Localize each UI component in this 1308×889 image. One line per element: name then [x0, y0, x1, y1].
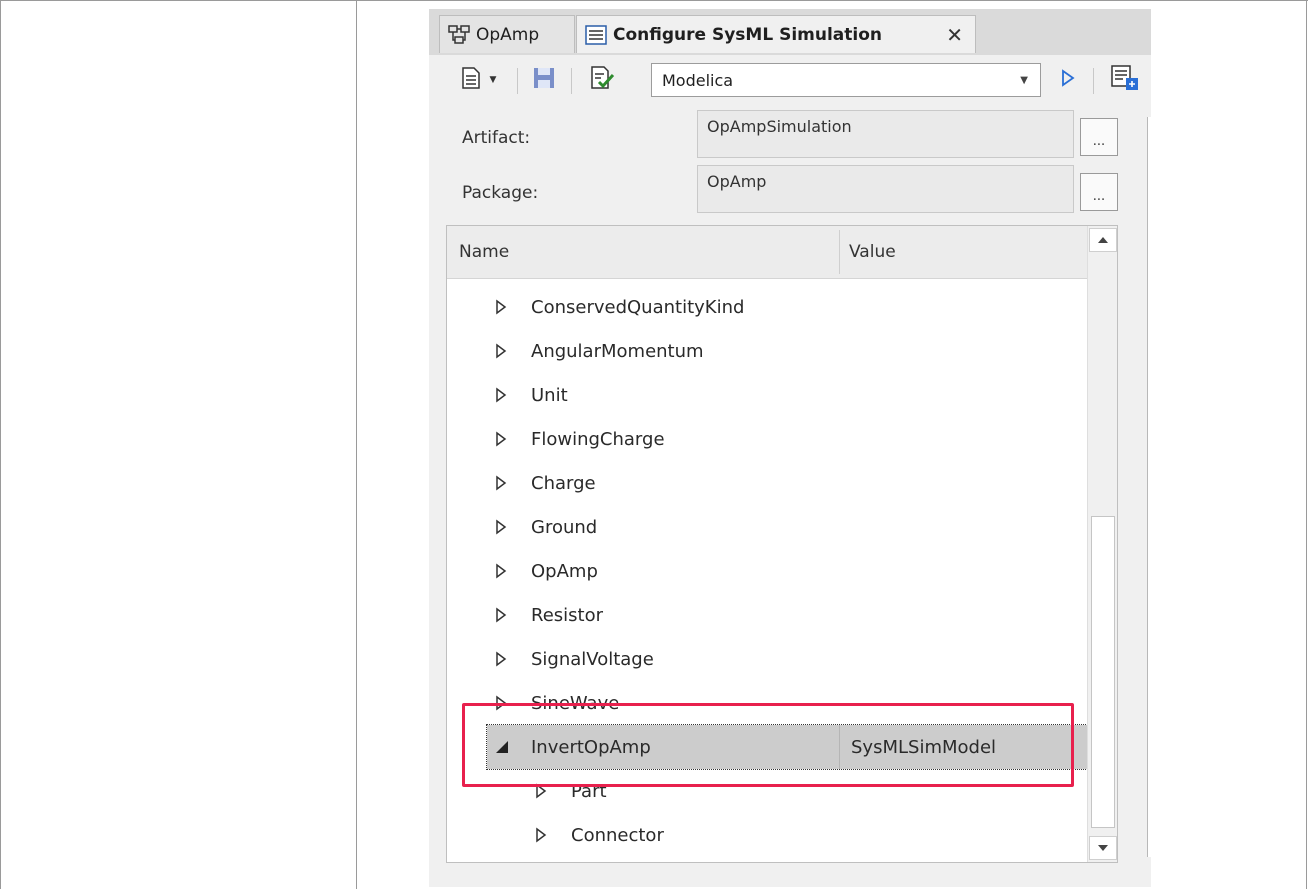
column-divider[interactable]: [839, 230, 840, 274]
save-button[interactable]: [527, 65, 561, 95]
expand-triangle-icon[interactable]: [495, 474, 511, 492]
validate-icon: [589, 65, 615, 95]
splitter[interactable]: [1147, 117, 1151, 857]
artifact-label: Artifact:: [462, 128, 531, 148]
tree-row-name: AngularMomentum: [531, 340, 704, 362]
tree-row-name: Resistor: [531, 604, 603, 626]
validate-button[interactable]: [584, 65, 620, 95]
tree-row[interactable]: FlowingCharge: [447, 417, 1087, 461]
column-header-name[interactable]: Name: [459, 242, 509, 262]
tree-row[interactable]: Unit: [447, 373, 1087, 417]
save-icon: [532, 66, 556, 94]
tree-row[interactable]: Charge: [447, 461, 1087, 505]
expand-triangle-icon[interactable]: [495, 386, 511, 404]
toolbar-separator: [571, 68, 572, 94]
toolbar-separator: [517, 68, 518, 94]
chevron-down-icon: ▼: [1020, 74, 1028, 86]
tree-row-name: FlowingCharge: [531, 428, 665, 450]
tab-bar: OpAmp Configure SysML Simulation ✕: [429, 9, 1151, 55]
scroll-up-icon: [1098, 237, 1108, 243]
tab-opamp[interactable]: OpAmp: [439, 15, 575, 53]
tree-row[interactable]: Ground: [447, 505, 1087, 549]
tree-row[interactable]: OpAmp: [447, 549, 1087, 593]
scrollbar-thumb[interactable]: [1091, 516, 1115, 828]
table-border-top: [0, 0, 1308, 1]
grid-header: Name Value: [447, 226, 1087, 279]
toolbar: ▼ Modelica ▼: [429, 55, 1151, 107]
expand-triangle-icon[interactable]: [495, 650, 511, 668]
tree-row-name: OpAmp: [531, 560, 598, 582]
chevron-down-icon: ▼: [489, 75, 497, 85]
platform-value: Modelica: [662, 70, 734, 90]
expand-triangle-icon[interactable]: [495, 562, 511, 580]
generate-icon: [1110, 64, 1140, 96]
package-browse-button[interactable]: ...: [1080, 173, 1118, 211]
expand-triangle-icon[interactable]: [495, 298, 511, 316]
expand-triangle-icon[interactable]: [495, 518, 511, 536]
tab-label: Configure SysML Simulation: [613, 24, 882, 45]
expand-triangle-icon[interactable]: [495, 342, 511, 360]
tree-row-name: Connector: [571, 824, 664, 846]
tree-row-name: Unit: [531, 384, 568, 406]
tree-row[interactable]: AngularMomentum: [447, 329, 1087, 373]
scroll-down-icon: [1098, 845, 1108, 851]
scroll-down-button[interactable]: [1089, 836, 1117, 860]
tree-row-name: ConservedQuantityKind: [531, 296, 745, 318]
artifact-browse-button[interactable]: ...: [1080, 118, 1118, 156]
tree-row-name: Charge: [531, 472, 596, 494]
table-column-divider: [356, 0, 357, 889]
expand-triangle-icon[interactable]: [535, 826, 551, 844]
expand-triangle-icon[interactable]: [495, 606, 511, 624]
simulation-platform-select[interactable]: Modelica ▼: [651, 63, 1041, 97]
package-label: Package:: [462, 183, 539, 203]
new-document-icon: [460, 66, 482, 94]
new-document-button[interactable]: ▼: [449, 65, 507, 95]
table-border-right: [1306, 0, 1307, 889]
tree-row[interactable]: Connector: [447, 813, 1087, 857]
tree-row-name: Ground: [531, 516, 598, 538]
document-list-icon: [585, 24, 607, 46]
tree-row[interactable]: SignalVoltage: [447, 637, 1087, 681]
run-icon: [1060, 68, 1076, 92]
diagram-icon: [448, 24, 470, 46]
vertical-scrollbar[interactable]: [1087, 226, 1117, 862]
generate-button[interactable]: [1105, 65, 1145, 95]
package-field[interactable]: OpAmp: [697, 165, 1074, 213]
tree-row[interactable]: Resistor: [447, 593, 1087, 637]
tab-configure-sysml-simulation[interactable]: Configure SysML Simulation ✕: [576, 15, 976, 53]
table-border-left: [0, 0, 1, 889]
tree-row[interactable]: ConservedQuantityKind: [447, 285, 1087, 329]
expand-triangle-icon[interactable]: [495, 430, 511, 448]
column-header-value[interactable]: Value: [849, 242, 896, 262]
highlight-box: [462, 703, 1074, 787]
run-button[interactable]: [1054, 65, 1082, 95]
toolbar-separator: [1093, 68, 1094, 94]
tree-row-name: SignalVoltage: [531, 648, 654, 670]
close-icon[interactable]: ✕: [946, 23, 963, 47]
scroll-up-button[interactable]: [1089, 228, 1117, 252]
tab-label: OpAmp: [476, 24, 540, 45]
artifact-field[interactable]: OpAmpSimulation: [697, 110, 1074, 158]
